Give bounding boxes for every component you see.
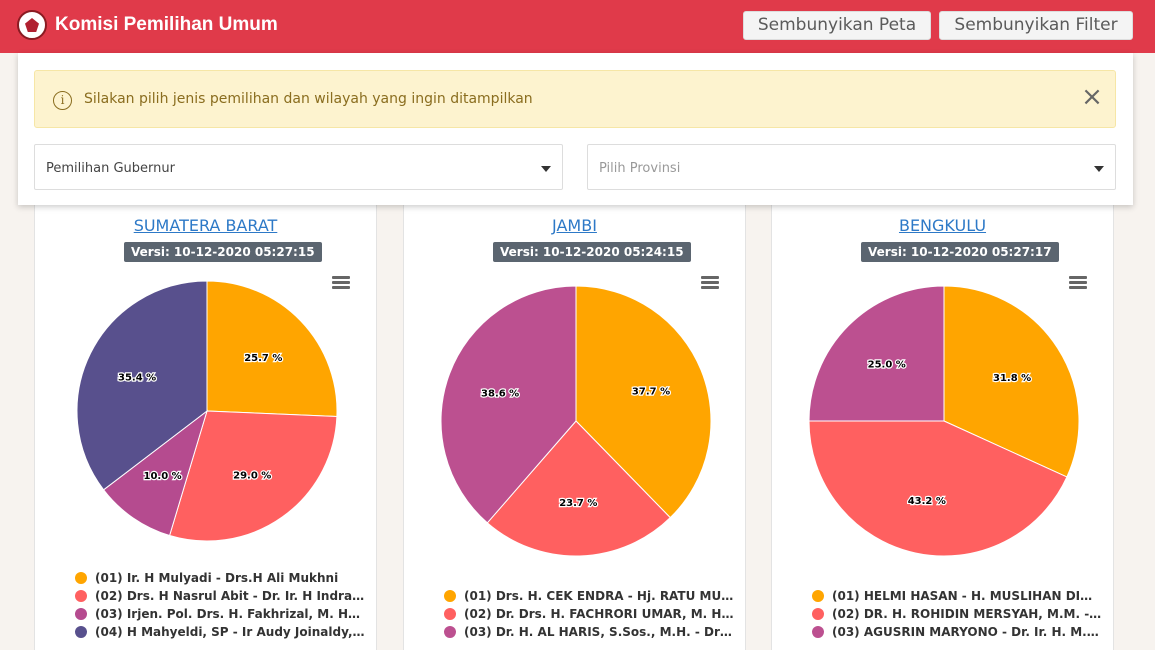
legend-item-02[interactable]: (02) DR. H. ROHIDIN MERSYAH, M.M. - Dr. …	[812, 605, 1102, 623]
pie-data-label: 25.7 %	[244, 353, 282, 364]
legend-marker	[75, 590, 87, 602]
legend-item-01[interactable]: (01) HELMI HASAN - H. MUSLIHAN DIDING SO…	[812, 587, 1102, 605]
legend-marker	[75, 572, 87, 584]
legend-marker	[444, 626, 456, 638]
pie-data-label: 25.0 %	[868, 360, 906, 371]
chevron-down-icon	[541, 166, 551, 172]
chevron-down-icon	[1094, 166, 1104, 172]
province-select[interactable]: Pilih Provinsi	[587, 144, 1116, 190]
close-icon[interactable]: ×	[1081, 84, 1103, 110]
pie-chart: 31.8 % 43.2 % 25.0 %	[808, 285, 1080, 557]
brand-title[interactable]: Komisi Pemilihan Umum	[55, 14, 278, 36]
legend-marker	[75, 626, 87, 638]
legend-item-03[interactable]: (03) Irjen. Pol. Drs. H. Fakhrizal, M. H…	[75, 605, 365, 623]
pie-chart: 37.7 % 23.7 % 38.6 %	[440, 285, 712, 557]
election-type-value: Pemilihan Gubernur	[46, 161, 175, 176]
pie-data-label: 43.2 %	[908, 496, 946, 507]
pie-data-label: 37.7 %	[632, 386, 670, 397]
election-type-select[interactable]: Pemilihan Gubernur	[34, 144, 563, 190]
province-placeholder: Pilih Provinsi	[599, 161, 681, 176]
pie-data-label: 31.8 %	[993, 373, 1031, 384]
region-card-sumatera-barat: SUMATERA BARAT Versi: 10-12-2020 05:27:1…	[34, 190, 377, 650]
legend-marker	[812, 626, 824, 638]
kpu-logo-icon[interactable]	[17, 10, 47, 40]
info-alert: i Silakan pilih jenis pemilihan dan wila…	[34, 70, 1116, 128]
legend-marker	[812, 590, 824, 602]
legend-marker	[812, 608, 824, 620]
pie-data-label: 35.4 %	[118, 372, 156, 383]
legend-item-01[interactable]: (01) Drs. H. CEK ENDRA - Hj. RATU MUNAWA…	[444, 587, 734, 605]
legend-item-02[interactable]: (02) Drs. H Nasrul Abit - Dr. Ir. H Indr…	[75, 587, 365, 605]
legend-marker	[75, 608, 87, 620]
legend-item-03[interactable]: (03) Dr. H. AL HARIS, S.Sos., M.H. - Drs…	[444, 623, 734, 641]
chart-legend: (01) Ir. H Mulyadi - Drs.H Ali Mukhni (0…	[75, 569, 365, 641]
legend-item-03[interactable]: (03) AGUSRIN MARYONO - Dr. Ir. H. M. IMR…	[812, 623, 1102, 641]
chart-legend: (01) HELMI HASAN - H. MUSLIHAN DIDING SO…	[812, 587, 1102, 641]
filter-panel: i Silakan pilih jenis pemilihan dan wila…	[18, 53, 1133, 205]
info-icon: i	[53, 91, 72, 110]
pie-slice-03[interactable]	[808, 285, 945, 422]
region-card-jambi: JAMBI Versi: 10-12-2020 05:24:15 37.7 % 2…	[403, 190, 746, 650]
pie-data-label: 38.6 %	[481, 389, 519, 400]
hide-filter-button[interactable]: Sembunyikan Filter	[939, 11, 1133, 40]
legend-item-02[interactable]: (02) Dr. Drs. H. FACHRORI UMAR, M. Hum -…	[444, 605, 734, 623]
top-navbar: Komisi Pemilihan Umum Sembunyikan Peta S…	[0, 0, 1155, 53]
legend-marker	[444, 608, 456, 620]
chart-legend: (01) Drs. H. CEK ENDRA - Hj. RATU MUNAWA…	[444, 587, 734, 641]
pie-data-label: 29.0 %	[233, 471, 271, 482]
alert-message: Silakan pilih jenis pemilihan dan wilaya…	[84, 91, 533, 107]
legend-item-04[interactable]: (04) H Mahyeldi, SP - Ir Audy Joinaldy, …	[75, 623, 365, 641]
legend-item-01[interactable]: (01) Ir. H Mulyadi - Drs.H Ali Mukhni	[75, 569, 365, 587]
pie-slice-01[interactable]	[206, 280, 338, 418]
hide-map-button[interactable]: Sembunyikan Peta	[743, 11, 931, 40]
pie-data-label: 10.0 %	[143, 471, 181, 482]
legend-marker	[444, 590, 456, 602]
region-card-bengkulu: BENGKULU Versi: 10-12-2020 05:27:17 31.8…	[771, 190, 1114, 650]
pie-data-label: 23.7 %	[559, 498, 597, 509]
